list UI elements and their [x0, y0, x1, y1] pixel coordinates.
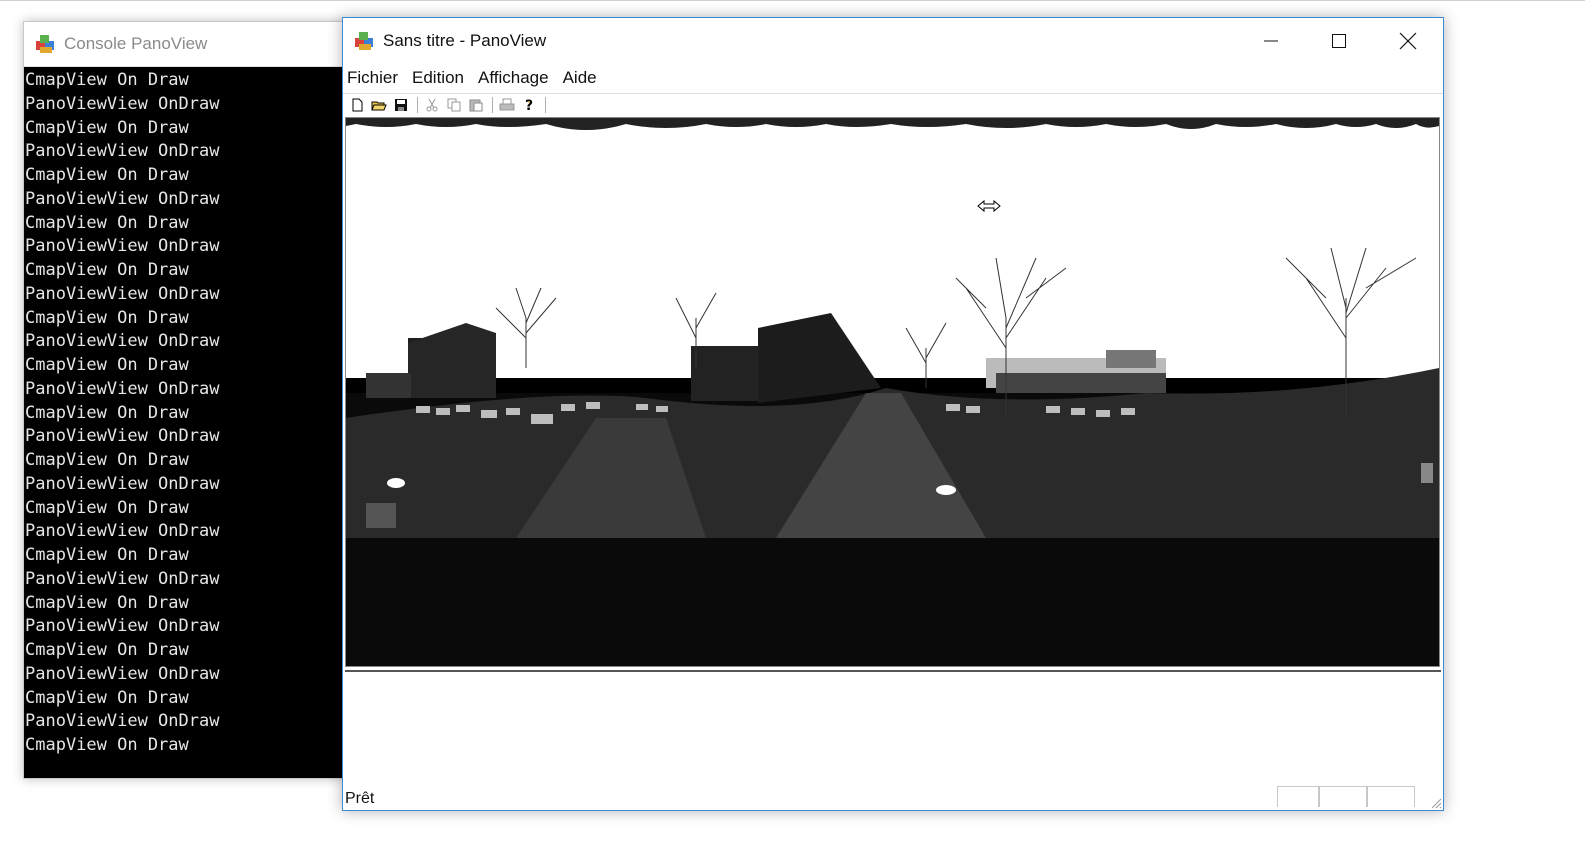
panorama-image: [346, 118, 1439, 666]
window-title: Sans titre - PanoView: [383, 31, 547, 50]
console-line: PanoViewView OnDraw: [25, 93, 220, 114]
status-bar: Prêt: [343, 786, 1443, 810]
toolbar-separator: [545, 97, 546, 113]
panorama-view[interactable]: [345, 117, 1440, 667]
panoview-window[interactable]: Sans titre - PanoView Fichier Edition Af…: [342, 17, 1444, 811]
status-pane-1: [1277, 786, 1319, 807]
console-line: CmapView On Draw: [25, 402, 189, 423]
console-titlebar[interactable]: Console PanoView: [24, 22, 346, 67]
console-line: CmapView On Draw: [25, 212, 189, 233]
console-line: PanoViewView OnDraw: [25, 283, 220, 304]
resize-grip-icon[interactable]: [1430, 797, 1442, 809]
secondary-pane[interactable]: [345, 670, 1441, 789]
status-pane-3: [1367, 786, 1415, 807]
minimize-icon: [1264, 40, 1278, 42]
menu-fichier[interactable]: Fichier: [347, 66, 398, 90]
toolbar-separator: [492, 97, 493, 113]
menu-bar: Fichier Edition Affichage Aide: [343, 64, 1443, 92]
status-text: Prêt: [345, 790, 375, 807]
menu-aide[interactable]: Aide: [563, 66, 597, 90]
console-line: CmapView On Draw: [25, 450, 189, 470]
console-line: PanoViewView OnDraw: [25, 521, 220, 542]
open-folder-icon[interactable]: [371, 97, 387, 113]
paste-icon[interactable]: [468, 97, 484, 113]
print-icon[interactable]: [499, 97, 515, 113]
menu-affichage[interactable]: Affichage: [478, 66, 549, 90]
console-line: PanoViewView OnDraw: [25, 711, 220, 732]
console-line: CmapView On Draw: [25, 592, 189, 613]
status-indicators: [1277, 786, 1415, 807]
console-line: PanoViewView OnDraw: [25, 663, 220, 684]
help-icon[interactable]: ?: [521, 97, 537, 113]
console-line: PanoViewView OnDraw: [25, 616, 220, 637]
console-line: CmapView On Draw: [25, 735, 189, 755]
console-line: CmapView On Draw: [25, 117, 189, 138]
console-line: CmapView On Draw: [25, 640, 189, 660]
console-line: CmapView On Draw: [25, 497, 189, 518]
console-title: Console PanoView: [64, 34, 208, 53]
maximize-button[interactable]: [1316, 18, 1362, 64]
console-line: CmapView On Draw: [25, 70, 189, 90]
console-line: CmapView On Draw: [25, 165, 189, 185]
cut-icon[interactable]: [424, 97, 440, 113]
console-line: CmapView On Draw: [25, 355, 189, 375]
toolbar-separator: [417, 97, 418, 113]
minimize-button[interactable]: [1248, 18, 1294, 64]
screen-top-edge: [0, 0, 1585, 1]
copy-icon[interactable]: [446, 97, 462, 113]
save-icon[interactable]: [393, 97, 409, 113]
console-line: PanoViewView OnDraw: [25, 141, 220, 162]
maximize-icon: [1332, 34, 1346, 48]
console-line: CmapView On Draw: [25, 545, 189, 565]
console-line: PanoViewView OnDraw: [25, 473, 220, 494]
close-icon: [1399, 32, 1417, 50]
new-file-icon[interactable]: [349, 97, 365, 113]
console-line: CmapView On Draw: [25, 307, 189, 328]
app-icon: [36, 35, 54, 53]
console-window[interactable]: Console PanoView CmapView On Draw PanoVie…: [23, 21, 347, 779]
close-button[interactable]: [1385, 18, 1431, 64]
status-pane-2: [1319, 786, 1367, 807]
console-line: CmapView On Draw: [25, 260, 189, 280]
console-line: PanoViewView OnDraw: [25, 331, 220, 352]
console-line: PanoViewView OnDraw: [25, 568, 220, 589]
console-output: CmapView On Draw PanoViewView OnDraw CmapV…: [24, 67, 346, 758]
console-line: CmapView On Draw: [25, 687, 189, 708]
toolbar: ?: [343, 93, 1443, 116]
svg-text:?: ?: [525, 98, 533, 113]
console-line: PanoViewView OnDraw: [25, 236, 220, 257]
main-titlebar[interactable]: Sans titre - PanoView: [343, 18, 1443, 64]
console-line: PanoViewView OnDraw: [25, 188, 220, 209]
menu-edition[interactable]: Edition: [412, 66, 464, 90]
console-line: PanoViewView OnDraw: [25, 378, 220, 399]
app-icon: [355, 32, 373, 50]
console-line: PanoViewView OnDraw: [25, 426, 220, 447]
